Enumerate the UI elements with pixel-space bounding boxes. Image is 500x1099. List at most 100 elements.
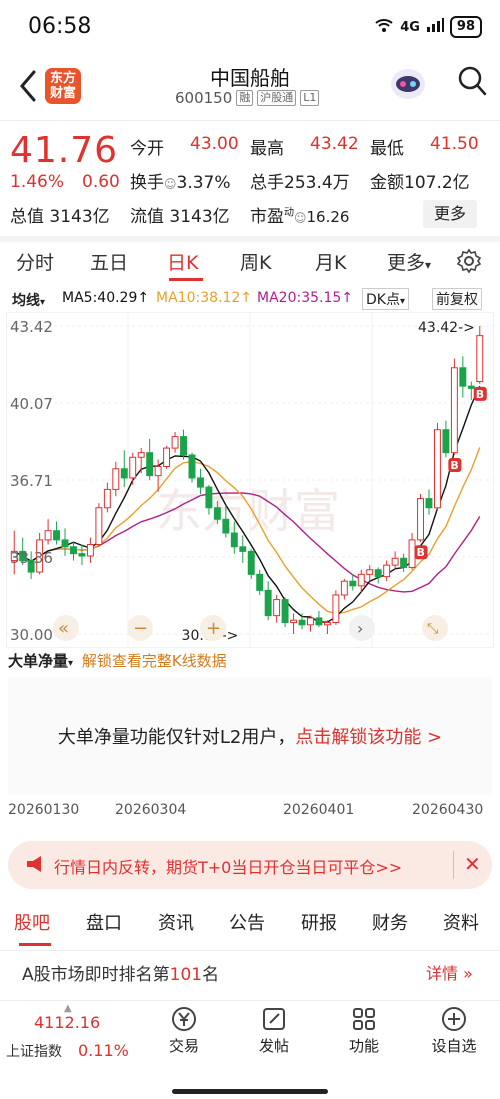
promo-banner[interactable]: 行情日内反转，期货T+0当日开仓当日可平仓>> ✕ xyxy=(8,841,492,889)
y-tick-label: 40.07 xyxy=(10,395,53,413)
candle-body xyxy=(213,507,221,520)
details-label: 详情 xyxy=(426,964,459,983)
nav-post[interactable]: 发帖 xyxy=(244,1005,304,1056)
change-percent: 1.46% xyxy=(10,172,65,192)
tab-weekly-k[interactable]: 周K xyxy=(240,248,271,275)
ma10-value: MA10:38.12↑ xyxy=(156,290,252,306)
tab-announcements[interactable]: 公告 xyxy=(229,909,265,935)
divider xyxy=(0,950,500,951)
caret-down-icon: ▾ xyxy=(68,658,74,669)
tab-orderbook[interactable]: 盘口 xyxy=(86,909,122,935)
mktcap-value: 3143亿 xyxy=(49,207,110,227)
candle-body xyxy=(146,452,154,477)
change-amount: 0.60 xyxy=(82,172,120,192)
tab-news[interactable]: 资讯 xyxy=(158,909,194,935)
info-icon: ☺ xyxy=(164,177,177,191)
index-name[interactable]: 上证指数 xyxy=(6,1041,62,1061)
close-icon[interactable]: ✕ xyxy=(464,852,481,876)
signal-icon xyxy=(426,17,444,37)
candle xyxy=(188,452,196,483)
tab-research[interactable]: 研报 xyxy=(301,909,337,935)
candle-body xyxy=(290,619,298,624)
status-bar: 06:58 4G 98 xyxy=(0,0,500,56)
tab-daily-k[interactable]: 日K xyxy=(167,248,198,275)
tab-finance[interactable]: 财务 xyxy=(372,909,408,935)
caret-down-icon: ▾ xyxy=(40,297,46,308)
candle-body xyxy=(222,518,230,534)
volume-value: 253.4万 xyxy=(284,173,350,193)
candle-body xyxy=(349,580,357,587)
high-marker: 43.42-> xyxy=(418,320,475,336)
candle xyxy=(95,503,103,547)
banner-divider xyxy=(453,851,454,879)
buy-signal-label: B xyxy=(417,546,425,559)
open-label: 今开 xyxy=(130,139,164,159)
content-tabs: 股吧 盘口 资讯 公告 研报 财务 资料 xyxy=(0,903,500,949)
ma20-value: MA20:35.15↑ xyxy=(257,290,353,306)
system-icons: 4G 98 xyxy=(374,16,482,38)
index-value[interactable]: 4112.16 xyxy=(34,1013,100,1032)
tab-5day[interactable]: 五日 xyxy=(90,248,128,275)
open-value: 43.00 xyxy=(190,134,239,154)
chevron-right-icon: › xyxy=(357,619,363,638)
index-change[interactable]: 0.11% xyxy=(78,1041,129,1060)
assistant-robot-icon[interactable] xyxy=(388,66,428,102)
l2-unlock-link[interactable]: 点击解锁该功能 > xyxy=(295,727,442,748)
candle xyxy=(332,590,340,625)
tab-monthly-k[interactable]: 月K xyxy=(315,248,346,275)
candle-body xyxy=(408,539,416,568)
more-quote-button[interactable]: 更多 xyxy=(423,200,477,228)
candle-body xyxy=(112,468,120,490)
search-button[interactable] xyxy=(456,64,488,98)
tab-profile[interactable]: 资料 xyxy=(443,909,479,935)
settings-button[interactable] xyxy=(456,248,482,278)
candle-body xyxy=(459,367,467,387)
candle xyxy=(163,445,171,469)
candle-body xyxy=(467,385,475,389)
candle-body xyxy=(476,335,484,383)
candle xyxy=(281,597,289,628)
low-value: 41.50 xyxy=(430,134,479,154)
candle-body xyxy=(205,486,213,509)
y-tick-label: 36.71 xyxy=(10,472,53,490)
rank-number: 101 xyxy=(169,965,203,985)
amount-value: 107.2亿 xyxy=(404,173,470,193)
tab-forum[interactable]: 股吧 xyxy=(14,909,50,935)
buy-signal-label: B xyxy=(450,459,458,472)
rank-details-link[interactable]: 详情 » xyxy=(426,960,473,984)
buy-signal-label: B xyxy=(476,388,484,401)
candle-body xyxy=(425,498,433,509)
date-tick: 20260401 xyxy=(283,802,355,818)
nav-trade[interactable]: 交易 xyxy=(154,1005,214,1056)
main-indicator-select[interactable]: 均线▾ xyxy=(12,290,45,310)
pe-sup: 动 xyxy=(284,207,294,219)
tab-intraday[interactable]: 分时 xyxy=(16,248,54,275)
candle-body xyxy=(366,569,374,575)
candle-body xyxy=(61,539,69,548)
stock-code-row: 600150 融 沪股通 L1 xyxy=(175,89,320,107)
unlock-kline-link[interactable]: 解锁查看完整K线数据 xyxy=(82,652,227,670)
turnover-value: 3.37% xyxy=(176,173,231,193)
gear-icon xyxy=(456,248,482,274)
candle-body xyxy=(315,617,323,626)
kline-chart[interactable]: 东方财富 43.4240.0736.7133.3630.00 43.42->30… xyxy=(5,311,495,649)
candle-body xyxy=(323,622,331,626)
candle-body xyxy=(374,569,382,578)
nav-functions[interactable]: 功能 xyxy=(334,1005,394,1056)
quote-panel: 41.76 1.46% 0.60 今开 43.00 最高 43.42 最低 41… xyxy=(0,120,500,234)
rank-suffix: 名 xyxy=(202,965,220,985)
main-indicator-label: 均线 xyxy=(12,293,40,309)
candle-body xyxy=(171,436,179,449)
candle-body xyxy=(239,546,247,552)
adjust-select[interactable]: 前复权 xyxy=(432,288,482,310)
nav-label: 功能 xyxy=(348,1037,379,1055)
float-value: 3143亿 xyxy=(169,207,230,227)
tab-more[interactable]: 更多▾ xyxy=(387,248,431,275)
big-order-select[interactable]: 大单净量▾ xyxy=(8,652,73,670)
candle-body xyxy=(383,564,391,578)
candle-body xyxy=(256,573,264,591)
volume-label: 总手 xyxy=(250,173,284,193)
dk-toggle[interactable]: DK点▾ xyxy=(362,288,409,310)
nav-add-watchlist[interactable]: 设自选 xyxy=(424,1005,484,1056)
market-rank: A股市场即时排名第101名 xyxy=(22,960,219,985)
